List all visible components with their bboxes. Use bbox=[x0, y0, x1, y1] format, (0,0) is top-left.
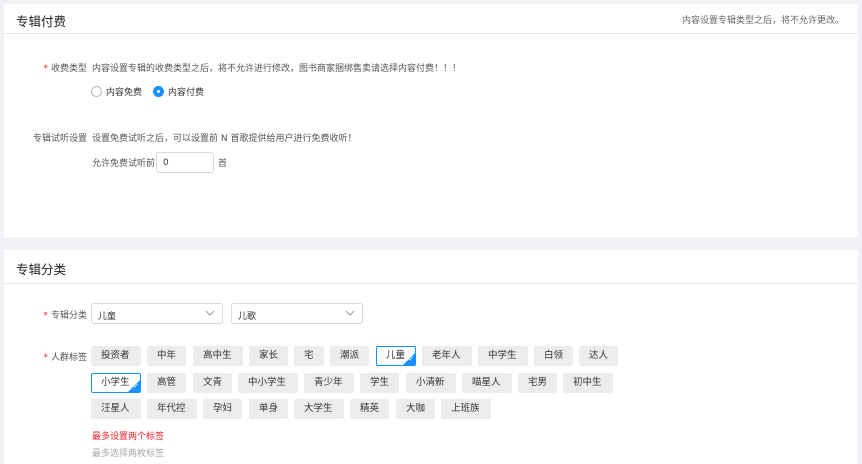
tag-item[interactable]: 白领 bbox=[534, 346, 573, 366]
trial-count-input[interactable] bbox=[156, 152, 214, 173]
tag-item[interactable]: 汪星人 bbox=[91, 399, 141, 419]
radio-circle-icon bbox=[91, 86, 102, 97]
trial-prefix: 允许免费试听前 bbox=[92, 159, 156, 169]
section-title: 专辑分类 bbox=[16, 262, 67, 277]
section-title: 专辑付费 bbox=[16, 14, 67, 29]
tag-item[interactable]: 宅 bbox=[294, 346, 324, 366]
tag-hint-message: 最多选择两枚标签 bbox=[92, 449, 165, 459]
tag-item[interactable]: 高中生 bbox=[193, 346, 243, 366]
tag-item[interactable]: 宅男 bbox=[518, 373, 557, 393]
trial-description: 设置免费试听之后，可以设置前 N 首歌提供给用户进行免费收听！ bbox=[92, 134, 357, 144]
tag-item[interactable]: 初中生 bbox=[563, 373, 613, 393]
tag-item[interactable]: 学生 bbox=[360, 373, 399, 393]
tag-item[interactable]: 高管 bbox=[147, 373, 186, 393]
album-category-card: 专辑分类 * 专辑分类 儿童 儿歌 * 人群标签 投资者 中年 高中生 家长 宅 潮… bbox=[4, 250, 858, 464]
tag-item-selected[interactable]: 儿童 ✓ bbox=[376, 346, 416, 366]
select-value: 儿童 bbox=[98, 312, 117, 322]
tag-item[interactable]: 家长 bbox=[249, 346, 288, 366]
tag-item[interactable]: 喵星人 bbox=[462, 373, 512, 393]
tag-item[interactable]: 青少年 bbox=[304, 373, 354, 393]
chevron-down-icon bbox=[345, 310, 355, 316]
card-header: 专辑付费 内容设置专辑类型之后，将不允许更改。 bbox=[4, 4, 858, 34]
radio-checked-icon bbox=[153, 86, 164, 97]
category-label: * 专辑分类 bbox=[43, 311, 87, 321]
fee-type-description: 内容设置专辑的收费类型之后，将不允许进行修改，图书商家捆绑售卖请选择内容付费！！… bbox=[92, 64, 462, 74]
tag-item[interactable]: 投资者 bbox=[91, 346, 141, 366]
fee-type-label: * 收费类型 bbox=[43, 64, 87, 74]
chevron-down-icon bbox=[205, 310, 215, 316]
category-primary-select[interactable]: 儿童 bbox=[91, 303, 223, 324]
album-payment-card: 专辑付费 内容设置专辑类型之后，将不允许更改。 * 收费类型 内容设置专辑的收费类… bbox=[4, 4, 858, 237]
tag-item[interactable]: 精英 bbox=[350, 399, 389, 419]
tag-item[interactable]: 中年 bbox=[147, 346, 186, 366]
tag-item[interactable]: 文青 bbox=[193, 373, 232, 393]
tag-item[interactable]: 达人 bbox=[579, 346, 618, 366]
section-note: 内容设置专辑类型之后，将不允许更改。 bbox=[681, 16, 844, 26]
card-header: 专辑分类 bbox=[4, 250, 858, 284]
trial-suffix: 首 bbox=[218, 159, 228, 169]
radio-label: 内容付费 bbox=[168, 88, 205, 98]
category-secondary-select[interactable]: 儿歌 bbox=[231, 303, 363, 324]
tag-item[interactable]: 孕妇 bbox=[203, 399, 242, 419]
tag-item-selected[interactable]: 小学生 ✓ bbox=[91, 373, 141, 393]
radio-content-free[interactable]: 内容免费 bbox=[91, 85, 142, 98]
tag-item[interactable]: 中小学生 bbox=[238, 373, 298, 393]
tag-error-message: 最多设置两个标签 bbox=[92, 432, 165, 442]
radio-content-paid[interactable]: 内容付费 bbox=[153, 85, 204, 98]
audience-label: * 人群标签 bbox=[43, 353, 87, 363]
check-icon: ✓ bbox=[408, 355, 414, 363]
select-value: 儿歌 bbox=[238, 312, 257, 322]
check-icon: ✓ bbox=[133, 382, 139, 390]
tag-item[interactable]: 潮派 bbox=[330, 346, 369, 366]
tag-item[interactable]: 年代控 bbox=[147, 399, 197, 419]
tag-item[interactable]: 小清新 bbox=[406, 373, 456, 393]
tag-item[interactable]: 大学生 bbox=[294, 399, 344, 419]
tag-item[interactable]: 大咖 bbox=[396, 399, 435, 419]
trial-label: 专辑试听设置 bbox=[32, 134, 87, 144]
tag-item[interactable]: 单身 bbox=[249, 399, 288, 419]
tag-item[interactable]: 中学生 bbox=[478, 346, 528, 366]
radio-label: 内容免费 bbox=[106, 88, 143, 98]
tag-item[interactable]: 老年人 bbox=[422, 346, 472, 366]
tag-item[interactable]: 上班族 bbox=[441, 399, 491, 419]
